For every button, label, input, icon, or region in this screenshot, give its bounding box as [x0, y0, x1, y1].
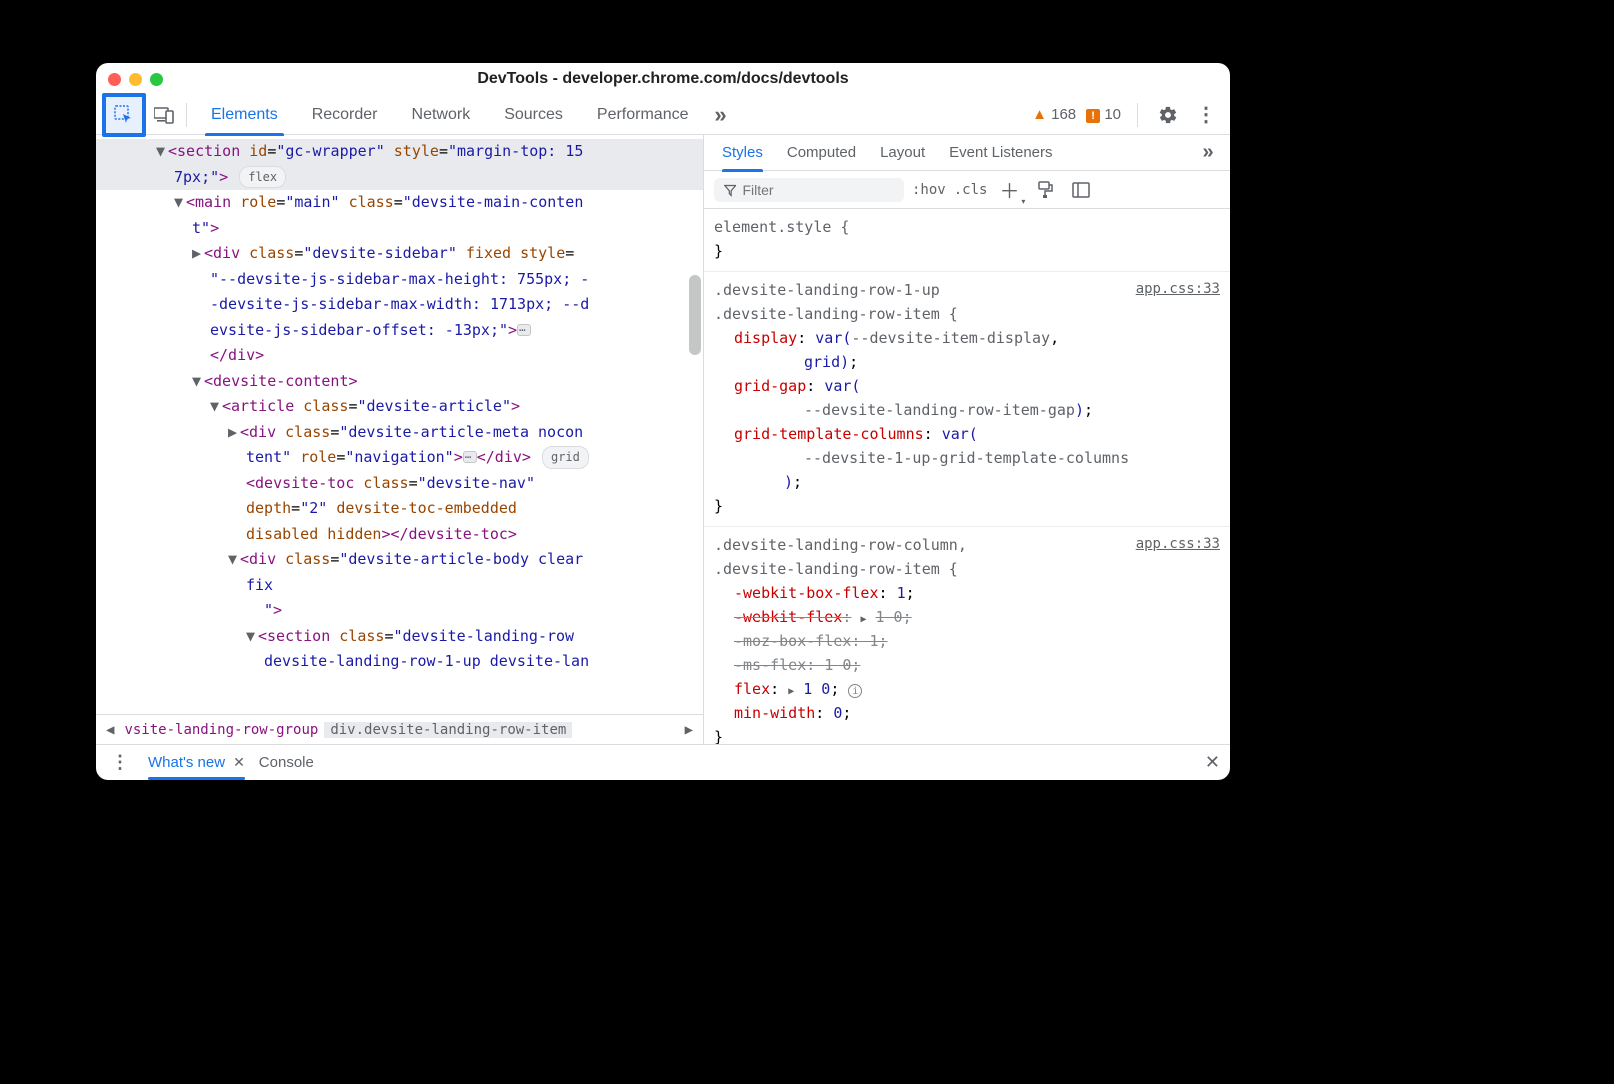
drawer-close-button[interactable]: ✕	[1205, 752, 1220, 773]
traffic-lights	[108, 73, 163, 86]
dom-node[interactable]: ▼<main role="main" class="devsite-main-c…	[96, 190, 703, 216]
dom-node[interactable]: <devsite-toc class="devsite-nav"	[96, 471, 703, 497]
dom-node-cont: evsite-js-sidebar-offset: -13px;">	[96, 318, 703, 344]
dom-node-cont: -devsite-js-sidebar-max-width: 1713px; -…	[96, 292, 703, 318]
dom-node-cont: ">	[96, 598, 703, 624]
dom-node[interactable]: ▼<div class="devsite-article-body clear	[96, 547, 703, 573]
dom-node-cont: t">	[96, 216, 703, 242]
breadcrumb-item-selected[interactable]: div.devsite-landing-row-item	[324, 722, 572, 738]
gear-icon	[1158, 105, 1178, 125]
filter-input[interactable]	[742, 182, 894, 198]
selector: .devsite-landing-row-item {	[714, 557, 1220, 581]
dom-node-cont: depth="2" devsite-toc-embedded	[96, 496, 703, 522]
close-window-button[interactable]	[108, 73, 121, 86]
maximize-window-button[interactable]	[150, 73, 163, 86]
drawer: ⋮ What's new ✕ Console ✕	[96, 744, 1230, 780]
error-icon: !	[1086, 109, 1100, 123]
inspect-element-button-highlighted[interactable]	[102, 93, 146, 137]
styles-body[interactable]: element.style { } app.css:33 .devsite-la…	[704, 209, 1230, 744]
subtab-computed[interactable]: Computed	[777, 135, 866, 171]
filter-box[interactable]	[714, 178, 904, 202]
drawer-tab-label: What's new	[148, 754, 225, 771]
subtab-styles[interactable]: Styles	[712, 135, 773, 171]
settings-button[interactable]	[1154, 101, 1182, 129]
more-tabs-button[interactable]: »	[707, 101, 735, 129]
errors-badge[interactable]: ! 10	[1086, 106, 1121, 123]
separator	[1137, 103, 1138, 127]
expand-icon[interactable]	[788, 680, 794, 698]
ellipsis-icon[interactable]	[517, 324, 531, 336]
dom-tree[interactable]: ▼<section id="gc-wrapper" style="margin-…	[96, 135, 703, 714]
titlebar: DevTools - developer.chrome.com/docs/dev…	[96, 63, 1230, 95]
warnings-badge[interactable]: ▲ 168	[1032, 106, 1076, 123]
paint-button[interactable]	[1031, 176, 1059, 204]
warning-icon: ▲	[1032, 106, 1047, 123]
dom-node[interactable]: ▼<devsite-content>	[96, 369, 703, 395]
new-style-rule-button[interactable]: ＋▾	[995, 176, 1023, 204]
info-icon[interactable]: i	[848, 684, 862, 698]
dom-node[interactable]: ▼<section class="devsite-landing-row	[96, 624, 703, 650]
devtools-window: DevTools - developer.chrome.com/docs/dev…	[96, 63, 1230, 780]
toggle-sidebar-button[interactable]	[1067, 176, 1095, 204]
breadcrumb-item[interactable]: vsite-landing-row-group	[118, 722, 324, 738]
style-rule-element[interactable]: element.style { }	[704, 209, 1230, 272]
sidebar-icon	[1072, 182, 1090, 198]
style-rule[interactable]: app.css:33 .devsite-landing-row-1-up .de…	[704, 272, 1230, 527]
dom-node[interactable]: ▼<section id="gc-wrapper" style="margin-…	[96, 139, 703, 165]
styles-panel: Styles Computed Layout Event Listeners »…	[704, 135, 1230, 744]
warnings-count: 168	[1051, 106, 1076, 123]
rule-source-link[interactable]: app.css:33	[1136, 533, 1220, 555]
minimize-window-button[interactable]	[129, 73, 142, 86]
styles-subtabs: Styles Computed Layout Event Listeners »	[704, 135, 1230, 171]
kebab-menu-button[interactable]: ⋮	[1192, 101, 1220, 129]
dom-panel: ▼<section id="gc-wrapper" style="margin-…	[96, 135, 704, 744]
drawer-tab-console[interactable]: Console	[259, 754, 314, 771]
tab-performance[interactable]: Performance	[581, 95, 705, 135]
separator	[186, 103, 187, 127]
tab-recorder[interactable]: Recorder	[296, 95, 394, 135]
cls-toggle[interactable]: .cls	[954, 182, 988, 198]
dom-node[interactable]: ▶<div class="devsite-article-meta nocon	[96, 420, 703, 446]
paint-icon	[1036, 181, 1054, 199]
breadcrumb: ◀ vsite-landing-row-group div.devsite-la…	[96, 714, 703, 744]
drawer-tab-whatsnew[interactable]: What's new ✕	[148, 754, 245, 771]
dom-node[interactable]: ▼<article class="devsite-article">	[96, 394, 703, 420]
rule-source-link[interactable]: app.css:33	[1136, 278, 1220, 300]
dom-node-cont: tent" role="navigation"></div> grid	[96, 445, 703, 471]
tab-sources[interactable]: Sources	[488, 95, 579, 135]
flex-badge[interactable]: flex	[239, 166, 286, 188]
close-tab-icon[interactable]: ✕	[233, 754, 245, 771]
dom-node-cont: devsite-landing-row-1-up devsite-lan	[96, 649, 703, 675]
dom-node[interactable]: ▶<div class="devsite-sidebar" fixed styl…	[96, 241, 703, 267]
expand-icon[interactable]	[860, 608, 866, 626]
style-rule[interactable]: app.css:33 .devsite-landing-row-column, …	[704, 527, 1230, 744]
tab-elements[interactable]: Elements	[195, 95, 294, 135]
selector: element.style {	[714, 215, 1220, 239]
breadcrumb-left-arrow[interactable]: ◀	[102, 722, 118, 738]
dom-node-cont: "--devsite-js-sidebar-max-height: 755px;…	[96, 267, 703, 293]
subtab-event-listeners[interactable]: Event Listeners	[939, 135, 1062, 171]
dom-node-close: </div>	[96, 343, 703, 369]
dom-node-cont: fix	[96, 573, 703, 599]
device-toggle-button[interactable]	[150, 101, 178, 129]
more-subtabs-button[interactable]: »	[1194, 139, 1222, 167]
grid-badge[interactable]: grid	[542, 446, 589, 468]
device-icon	[154, 106, 174, 124]
drawer-menu-button[interactable]: ⋮	[106, 749, 134, 777]
subtab-layout[interactable]: Layout	[870, 135, 935, 171]
dom-node-cont: disabled hidden></devsite-toc>	[96, 522, 703, 548]
main-toolbar: Elements Recorder Network Sources Perfor…	[96, 95, 1230, 135]
scrollbar-thumb[interactable]	[689, 275, 701, 355]
hov-toggle[interactable]: :hov	[912, 182, 946, 198]
tab-network[interactable]: Network	[396, 95, 487, 135]
breadcrumb-right-arrow[interactable]: ▶	[681, 722, 697, 738]
styles-toolbar: :hov .cls ＋▾	[704, 171, 1230, 209]
selector: .devsite-landing-row-item {	[714, 302, 1220, 326]
ellipsis-icon[interactable]	[463, 451, 477, 463]
filter-icon	[724, 183, 736, 197]
window-title: DevTools - developer.chrome.com/docs/dev…	[96, 70, 1230, 88]
dom-node-cont: 7px;"> flex	[96, 165, 703, 191]
inspect-icon	[114, 105, 134, 125]
errors-count: 10	[1104, 106, 1121, 123]
